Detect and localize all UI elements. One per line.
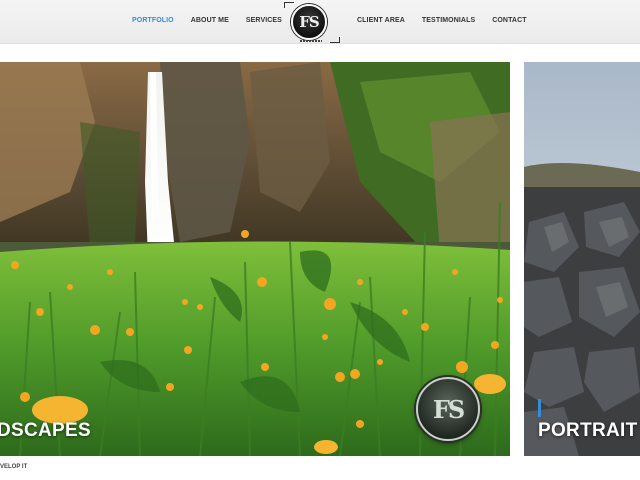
- logo-tagline-decoration: [300, 40, 322, 42]
- nav-item-portfolio[interactable]: PORTFOLIO: [132, 17, 174, 24]
- logo-corner-decoration: [330, 37, 340, 43]
- nav-left: PORTFOLIO ABOUT ME SERVICES: [132, 17, 282, 24]
- nav-right: CLIENT AREA TESTIMONIALS CONTACT: [357, 17, 527, 24]
- logo-corner-decoration: [284, 2, 294, 8]
- portrait-photo: [524, 62, 640, 456]
- nav-item-client-area[interactable]: CLIENT AREA: [357, 17, 405, 24]
- logo-emblem: FS: [291, 4, 327, 40]
- gallery-caption-landscapes: DSCAPES: [0, 420, 91, 441]
- nav-item-testimonials[interactable]: TESTIMONIALS: [422, 17, 475, 24]
- site-logo[interactable]: FS: [284, 2, 340, 44]
- footer-text: VELOP IT: [0, 464, 28, 470]
- gallery-panel-landscapes[interactable]: FS DSCAPES: [0, 62, 510, 456]
- caption-accent-bar: [538, 399, 541, 417]
- gallery-caption-portraits: PORTRAIT: [538, 398, 640, 442]
- gallery-panel-portraits[interactable]: PORTRAIT: [524, 62, 640, 456]
- site-header: PORTFOLIO ABOUT ME SERVICES FS CLIENT AR…: [0, 0, 640, 44]
- nav-item-services[interactable]: SERVICES: [246, 17, 282, 24]
- nav-item-contact[interactable]: CONTACT: [492, 17, 526, 24]
- watermark-logo: FS: [416, 377, 480, 441]
- nav-item-about-me[interactable]: ABOUT ME: [191, 17, 229, 24]
- gallery-caption-portraits-text: PORTRAIT: [538, 420, 638, 441]
